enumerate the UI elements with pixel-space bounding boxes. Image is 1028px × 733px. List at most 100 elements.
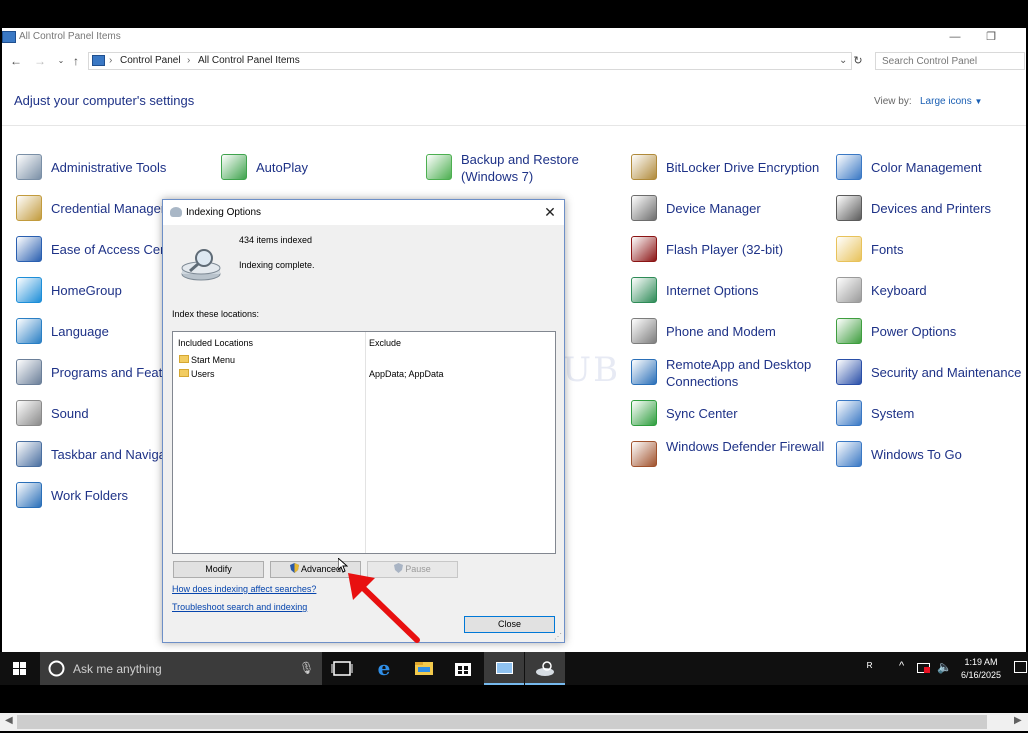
locations-list[interactable]: Included Locations Exclude Start Menu Us…	[172, 331, 556, 554]
control-panel-item-label: Sync Center	[666, 406, 738, 421]
control-panel-icon	[2, 31, 16, 43]
refresh-icon[interactable]: ↻	[850, 53, 866, 69]
network-disconnected-icon[interactable]	[917, 663, 930, 673]
indexing-options-icon	[536, 661, 554, 676]
control-panel-item-label: Fonts	[871, 242, 904, 257]
horizontal-scrollbar[interactable]: ◀ ▶	[0, 713, 1028, 731]
control-panel-item[interactable]: Internet Options	[631, 275, 831, 309]
microphone-icon[interactable]: 🎙	[299, 661, 314, 675]
control-panel-item[interactable]: System	[836, 398, 1028, 432]
credential-manager-icon	[16, 195, 42, 221]
dialog-title-bar: Indexing Options ✕	[163, 200, 564, 225]
column-header-included[interactable]: Included Locations	[178, 338, 253, 348]
location-name[interactable]: Start Menu	[191, 355, 235, 365]
dropdown-arrow-icon: ▼	[974, 97, 983, 106]
control-panel-taskbar-button[interactable]	[484, 652, 524, 685]
show-hidden-icons-chevron-icon[interactable]: ^	[899, 660, 904, 672]
clock[interactable]: 1:19 AM 6/16/2025	[955, 656, 1007, 682]
dialog-title: Indexing Options	[186, 207, 262, 218]
control-panel-item-label: HomeGroup	[51, 283, 122, 298]
control-panel-item[interactable]: Flash Player (32-bit)	[631, 234, 831, 268]
control-panel-item[interactable]: Windows To Go	[836, 439, 1028, 473]
volume-icon[interactable]: 🔈	[937, 660, 952, 674]
uac-shield-icon	[289, 563, 299, 573]
close-icon[interactable]: ✕	[539, 203, 561, 221]
action-center-icon[interactable]	[1014, 661, 1027, 673]
control-panel-item[interactable]: Fonts	[836, 234, 1028, 268]
forward-arrow-icon[interactable]: →	[32, 53, 48, 69]
scroll-left-icon[interactable]: ◀	[5, 715, 13, 726]
control-panel-item[interactable]: RemoteApp and Desktop Connections	[631, 357, 831, 391]
control-panel-item[interactable]: Security and Maintenance	[836, 357, 1028, 391]
search-placeholder: Ask me anything	[73, 662, 162, 676]
control-panel-item[interactable]: Windows Defender Firewall	[631, 439, 831, 473]
language-icon	[16, 318, 42, 344]
breadcrumb-separator-icon: ›	[187, 55, 191, 66]
windows-start-icon[interactable]	[0, 652, 40, 685]
file-explorer-icon[interactable]	[404, 652, 444, 685]
breadcrumb-separator-icon: ›	[109, 55, 113, 66]
control-panel-item[interactable]: Device Manager	[631, 193, 831, 227]
control-panel-item-label: Windows To Go	[871, 447, 962, 462]
control-panel-item-label: Language	[51, 324, 109, 339]
column-header-exclude[interactable]: Exclude	[369, 338, 401, 348]
view-by-value: Large icons	[920, 96, 972, 107]
breadcrumb-all-items[interactable]: All Control Panel Items	[198, 55, 300, 66]
scroll-thumb[interactable]	[17, 715, 987, 729]
clock-date: 6/16/2025	[960, 670, 1002, 680]
view-by-label: View by:	[874, 96, 912, 107]
control-panel-item-label: System	[871, 406, 915, 421]
resize-grip-icon[interactable]: ⋰	[554, 632, 562, 641]
homegroup-icon	[16, 277, 42, 303]
indexing-affect-searches-link[interactable]: How does indexing affect searches?	[172, 584, 316, 594]
divider	[2, 125, 1026, 126]
control-panel-item-label: BitLocker Drive Encryption	[666, 160, 820, 175]
control-panel-item[interactable]: Sync Center	[631, 398, 831, 432]
modify-button[interactable]: Modify	[173, 561, 264, 578]
scroll-right-icon[interactable]: ▶	[1014, 715, 1022, 726]
restore-button[interactable]: ❐	[968, 28, 1014, 48]
control-panel-item[interactable]: Backup and Restore (Windows 7)	[426, 152, 626, 186]
control-panel-item[interactable]: Keyboard	[836, 275, 1028, 309]
control-panel-item[interactable]: Power Options	[836, 316, 1028, 350]
control-panel-item[interactable]: Administrative Tools	[16, 152, 216, 186]
control-panel-item[interactable]: Devices and Printers	[836, 193, 1028, 227]
indexing-magnifier-icon	[181, 249, 221, 281]
search-input[interactable]: Search Control Panel	[875, 52, 1025, 70]
phone-modem-icon	[631, 318, 657, 344]
flash-player-icon	[631, 236, 657, 262]
control-panel-item-label: Flash Player (32-bit)	[666, 242, 784, 257]
keyboard-icon	[836, 277, 862, 303]
control-panel-item[interactable]: AutoPlay	[221, 152, 421, 186]
close-button[interactable]: Close	[464, 616, 555, 633]
remoteapp-icon	[631, 359, 657, 385]
address-dropdown-icon[interactable]: ⌄	[839, 55, 847, 66]
cortana-search-box[interactable]: Ask me anything 🎙	[40, 652, 322, 685]
control-panel-item[interactable]: Phone and Modem	[631, 316, 831, 350]
back-arrow-icon[interactable]: ←	[8, 53, 24, 69]
address-bar[interactable]: › Control Panel › All Control Panel Item…	[88, 52, 852, 70]
title-bar: All Control Panel Items — ❐	[2, 28, 1026, 48]
edge-browser-icon[interactable]: e	[364, 652, 404, 685]
security-maintenance-icon	[836, 359, 862, 385]
control-panel-item[interactable]: BitLocker Drive Encryption	[631, 152, 831, 186]
control-panel-icon	[92, 55, 105, 66]
task-view-icon[interactable]	[322, 652, 362, 685]
control-panel-item[interactable]: Color Management	[836, 152, 1028, 186]
breadcrumb-control-panel[interactable]: Control Panel	[120, 55, 181, 66]
autoplay-icon	[221, 154, 247, 180]
screen: All Control Panel Items — ❐ ← → ⌄ ↑ › Co…	[0, 0, 1028, 733]
troubleshoot-link[interactable]: Troubleshoot search and indexing	[172, 602, 307, 612]
control-panel-item-label: Power Options	[871, 324, 957, 339]
view-by-dropdown[interactable]: Large icons ▼	[920, 96, 982, 107]
network-error-badge	[924, 667, 930, 673]
up-arrow-icon[interactable]: ↑	[68, 53, 84, 69]
control-panel-item-label: Security and Maintenance	[871, 365, 1022, 380]
control-panel-item-label: Work Folders	[51, 488, 129, 503]
indexing-status: Indexing complete.	[239, 260, 315, 270]
recent-locations-chevron-icon[interactable]: ⌄	[53, 53, 69, 69]
location-name[interactable]: Users	[191, 369, 215, 379]
store-icon[interactable]	[443, 652, 483, 685]
indexing-options-taskbar-button[interactable]	[525, 652, 565, 685]
people-icon[interactable]: ᴿ	[867, 660, 872, 674]
